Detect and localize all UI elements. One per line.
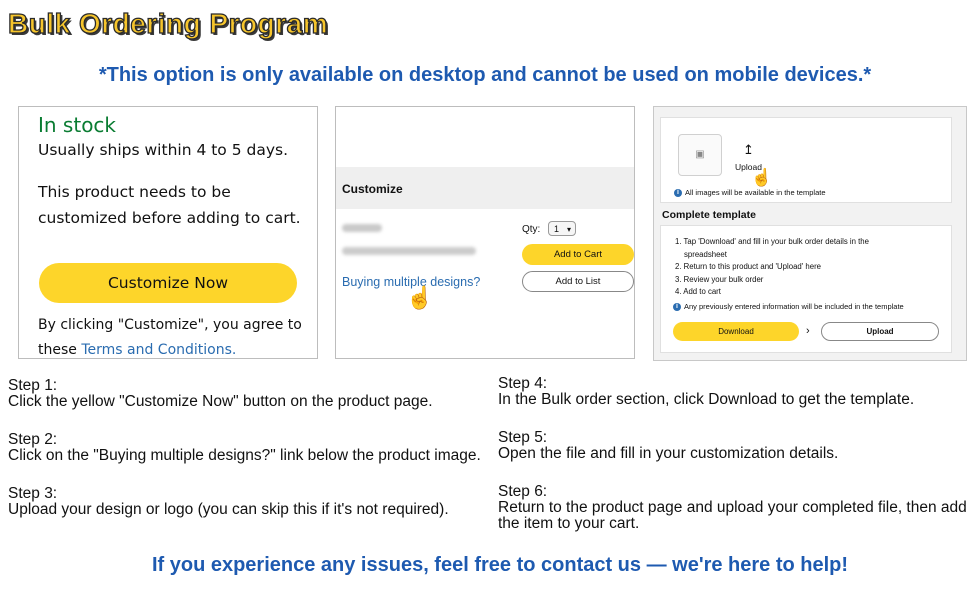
step-title: Step 5:: [498, 429, 548, 446]
hand-cursor-icon: ☝: [406, 285, 434, 310]
template-steps-list: 1. Tap 'Download' and fill in your bulk …: [675, 236, 869, 299]
info-icon: i: [673, 303, 681, 312]
step-description: Click the yellow "Customize Now" button …: [8, 393, 433, 410]
customization-required-text: This product needs to be customized befo…: [38, 183, 301, 227]
hand-cursor-icon: ☝: [751, 168, 773, 187]
quantity-value: 1: [554, 224, 560, 234]
product-buybox-panel: In stock Usually ships within 4 to 5 day…: [18, 106, 318, 359]
step-title: Step 6:: [498, 483, 548, 500]
terms-agreement-text: By clicking "Customize", you agree to th…: [38, 313, 313, 358]
upload-card: ▣ ↥ Upload ☝ i All images will be availab…: [660, 117, 952, 203]
support-footer: If you experience any issues, feel free …: [151, 554, 849, 576]
customize-now-button[interactable]: Customize Now: [39, 263, 297, 303]
step-3: Step 3: Upload your design or logo (you c…: [8, 486, 449, 518]
step-description: Click on the "Buying multiple designs?" …: [8, 447, 481, 464]
step-1: Step 1: Click the yellow "Customize Now" …: [8, 378, 433, 410]
complete-template-heading: Complete template: [662, 209, 756, 221]
step-description: Return to the product page and upload yo…: [498, 499, 967, 532]
blurred-price: [342, 224, 382, 232]
images-note: i All images will be available in the tem…: [674, 188, 826, 198]
desktop-only-notice: *This option is only available on deskto…: [98, 64, 872, 86]
upload-arrow-icon[interactable]: ↥: [743, 142, 754, 158]
image-placeholder-icon: ▣: [678, 134, 722, 176]
info-icon: i: [674, 189, 682, 198]
step-4: Step 4: In the Bulk order section, click …: [498, 376, 914, 408]
step-2: Step 2: Click on the "Buying multiple des…: [8, 432, 481, 464]
customize-heading: Customize: [342, 182, 403, 196]
step-title: Step 2:: [8, 431, 58, 448]
step-description: In the Bulk order section, click Downloa…: [498, 391, 915, 408]
quantity-label: Qty:: [522, 224, 541, 235]
list-item: spreadsheet: [684, 249, 727, 259]
bulk-order-panel: ▣ ↥ Upload ☝ i All images will be availab…: [653, 106, 967, 361]
list-item: 2. Return to this product and 'Upload' h…: [675, 262, 822, 271]
terms-link[interactable]: Terms and Conditions.: [81, 342, 236, 358]
add-to-list-button[interactable]: Add to List: [522, 271, 634, 292]
template-info-note: i Any previously entered information will…: [673, 302, 904, 312]
step-title: Step 3:: [8, 485, 58, 502]
template-card: 1. Tap 'Download' and fill in your bulk …: [660, 225, 952, 353]
add-to-cart-button[interactable]: Add to Cart: [522, 244, 634, 265]
step-description: Upload your design or logo (you can skip…: [8, 501, 449, 518]
images-note-text: All images will be available in the temp…: [685, 188, 826, 197]
stock-status: In stock: [38, 113, 117, 137]
chevron-down-icon: ▾: [566, 225, 571, 234]
step-6: Step 6: Return to the product page and up…: [498, 484, 970, 532]
list-item: 4. Add to cart: [675, 287, 721, 296]
shipping-info: Usually ships within 4 to 5 days.: [38, 141, 289, 159]
step-title: Step 1:: [8, 377, 58, 394]
download-button[interactable]: Download: [673, 322, 799, 341]
quantity-select[interactable]: 1 ▾: [548, 221, 576, 236]
step-description: Open the file and fill in your customiza…: [498, 445, 839, 462]
list-item: 1. Tap 'Download' and fill in your bulk …: [675, 237, 869, 246]
upload-button[interactable]: Upload: [821, 322, 939, 341]
chevron-right-icon: ›: [806, 325, 810, 337]
step-title: Step 4:: [498, 375, 548, 392]
page-title: Bulk Ordering Program: [7, 7, 329, 39]
customize-section-panel: Customize Qty: 1 ▾ Add to Cart Add to Lis…: [335, 106, 635, 359]
template-info-text: Any previously entered information will …: [684, 302, 904, 311]
step-5: Step 5: Open the file and fill in your cu…: [498, 430, 838, 462]
blurred-delivery-info: [342, 247, 476, 255]
list-item: 3. Review your bulk order: [675, 274, 764, 284]
